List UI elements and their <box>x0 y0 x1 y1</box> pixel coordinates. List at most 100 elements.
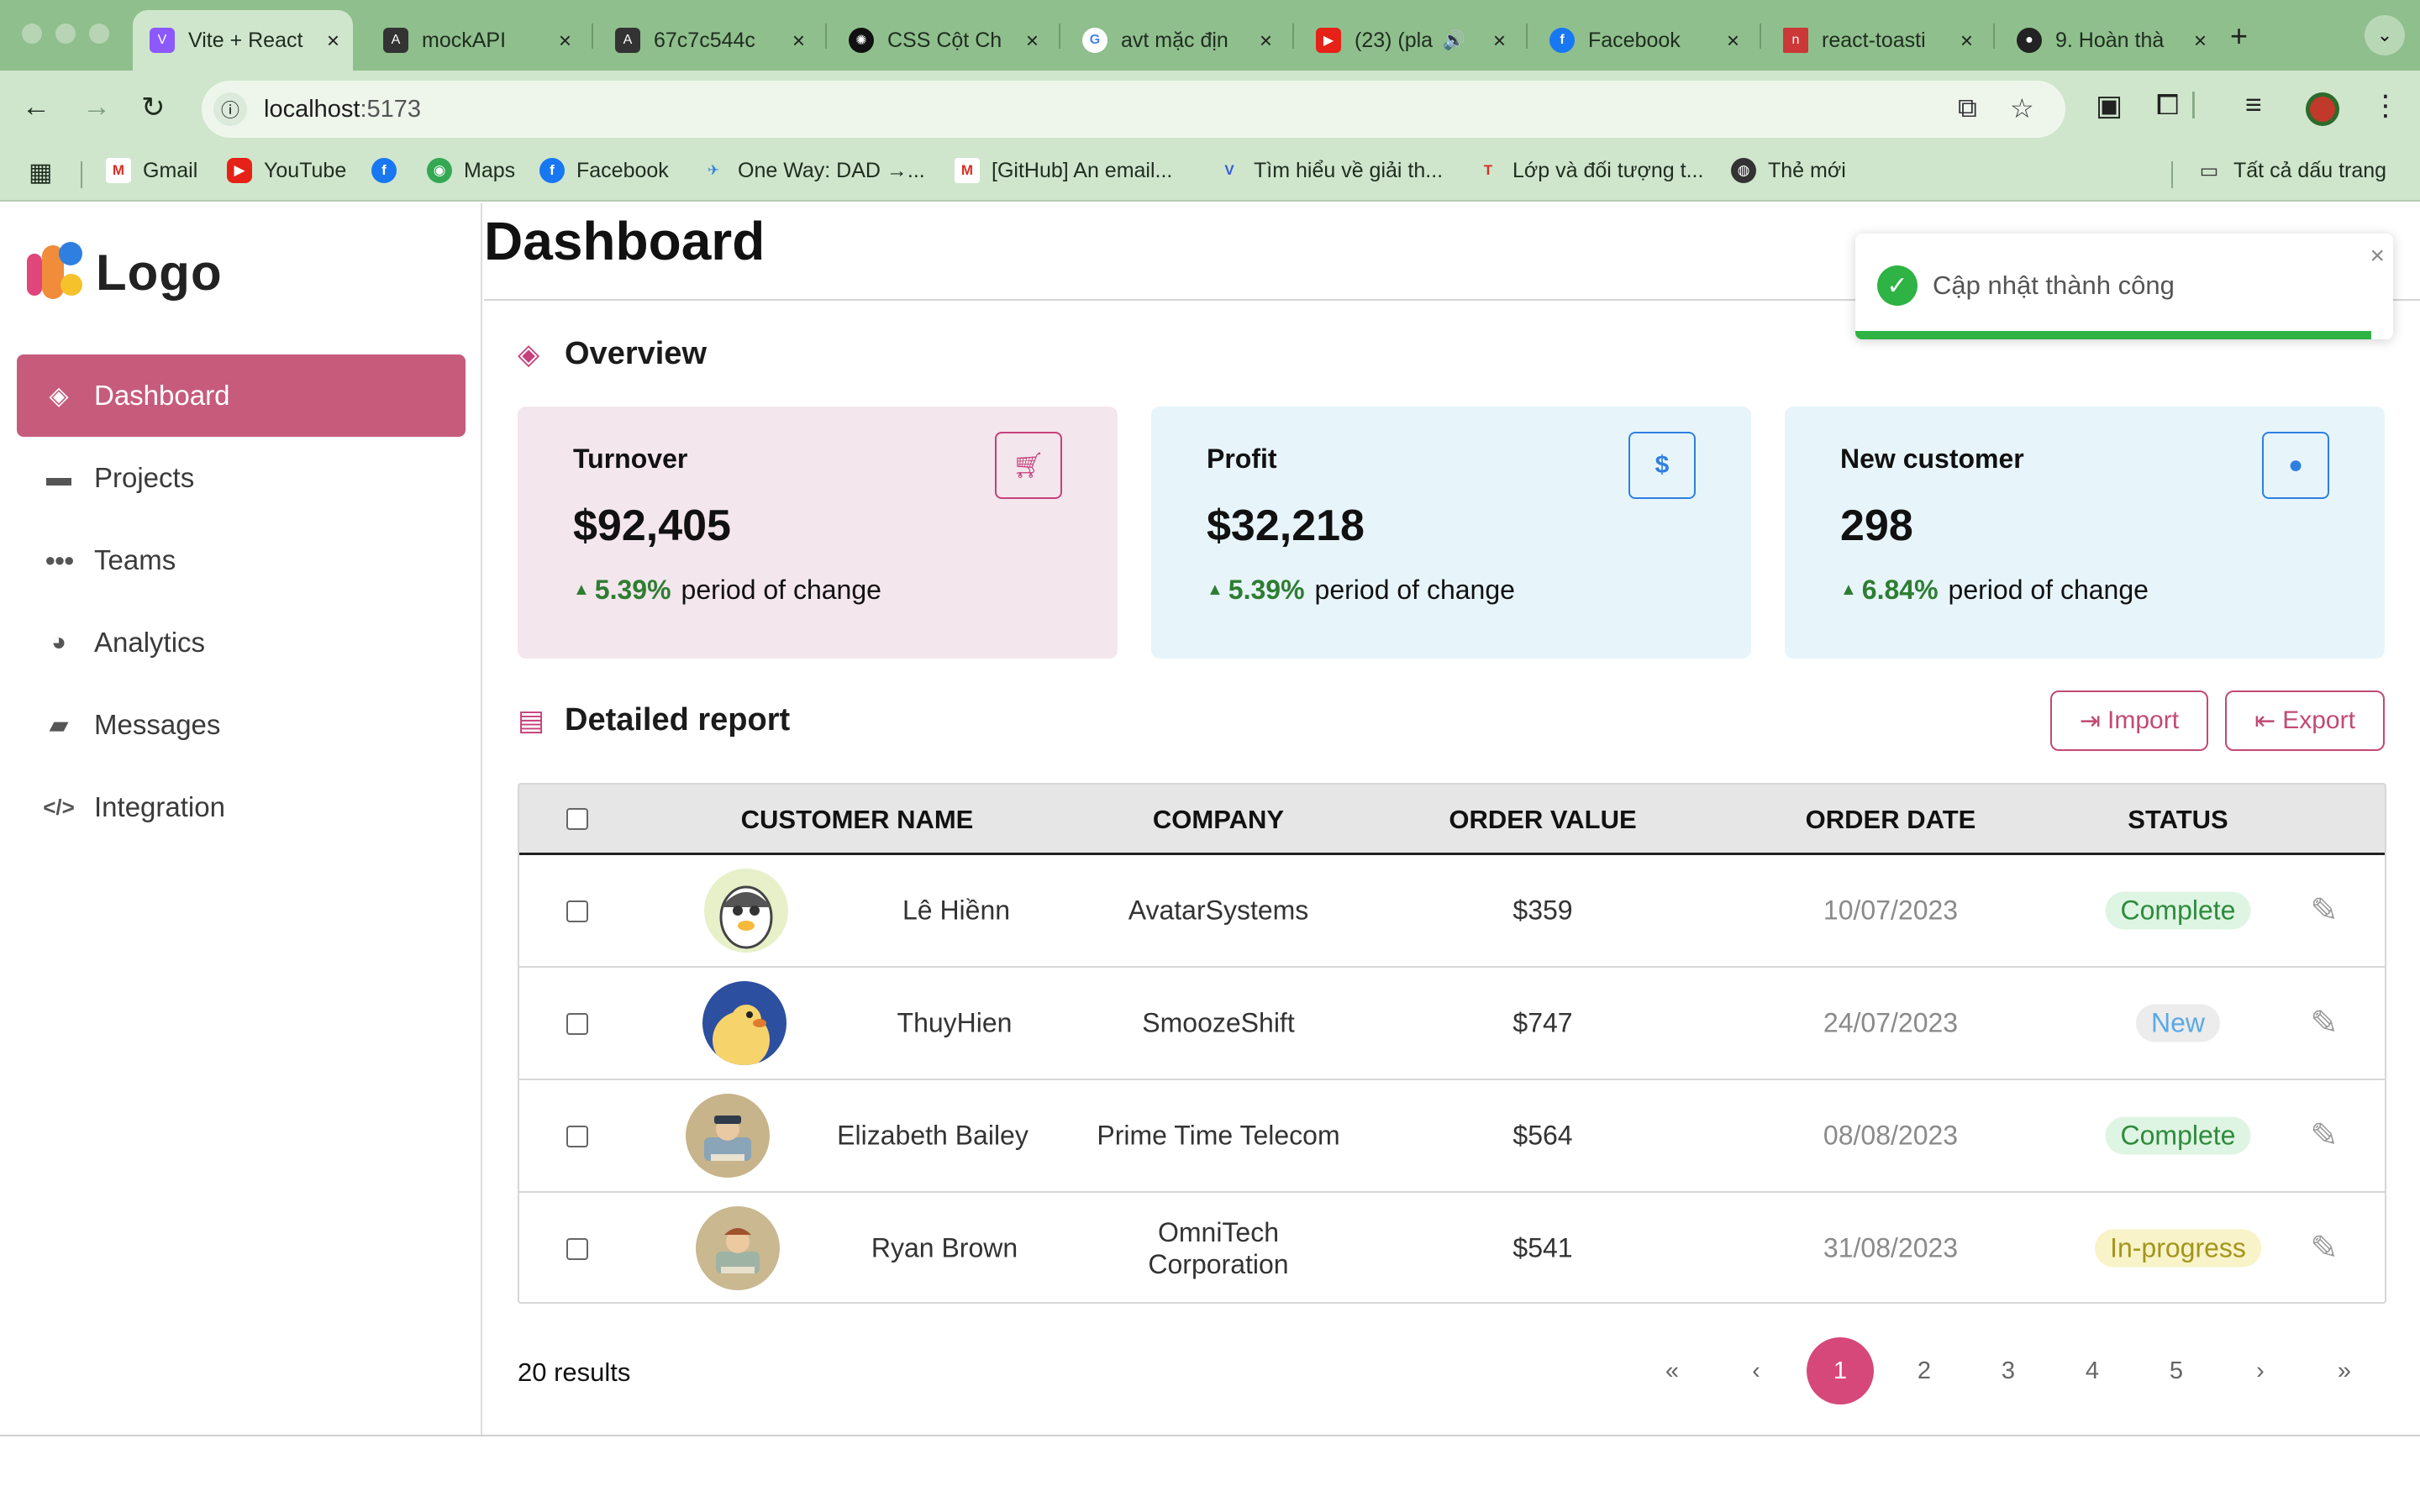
gmail-icon: M <box>955 158 980 183</box>
tab-search-button[interactable]: ⌄ <box>2365 15 2405 55</box>
forward-icon[interactable]: → <box>82 91 111 123</box>
close-tab-icon[interactable]: × <box>1493 28 1506 54</box>
dollar-icon[interactable]: $ <box>1628 432 1696 499</box>
table-row[interactable]: Ryan Brown OmniTech Corporation $541 31/… <box>519 1193 2385 1302</box>
export-button[interactable]: ⇤ Export <box>2225 690 2385 751</box>
logo-mark-icon <box>27 242 84 302</box>
browser-tab[interactable]: n react-toasti × <box>1766 10 1986 71</box>
folder-icon: ▬ <box>46 464 71 491</box>
close-icon[interactable]: × <box>2370 242 2385 270</box>
change-indicator: ▲ 5.39% period of change <box>573 575 881 605</box>
address-bar[interactable]: ⓘ localhost:5173 ⧉ ☆ <box>202 81 2065 138</box>
overview-header: ◈ Overview <box>518 336 707 371</box>
browser-tab[interactable]: ▶ (23) (pla 🔊 × <box>1299 10 1519 71</box>
browser-tab[interactable]: ● 9. Hoàn thà × <box>2000 10 2220 71</box>
browser-tab[interactable]: A mockAPI × <box>366 10 585 71</box>
row-checkbox[interactable] <box>566 1238 588 1260</box>
browser-tab[interactable]: A 67c7c544c × <box>598 10 818 71</box>
back-icon[interactable]: ← <box>22 91 50 123</box>
profile-avatar[interactable] <box>2306 92 2339 126</box>
change-indicator: ▲ 5.39% period of change <box>1207 575 1515 605</box>
edit-pencil-icon[interactable]: ✎ <box>2310 1229 2338 1268</box>
pagination-first[interactable]: « <box>1639 1337 1706 1404</box>
pagination-page[interactable]: 4 <box>2059 1337 2126 1404</box>
browser-tab[interactable]: f Facebook × <box>1533 10 1753 71</box>
youtube-icon: ▶ <box>227 158 252 183</box>
message-icon: ▰ <box>49 711 69 739</box>
sidebar-item-dashboard[interactable]: ◈ Dashboard <box>17 354 466 437</box>
close-tab-icon[interactable]: × <box>327 28 339 54</box>
browser-tab[interactable]: ✺ CSS Cột Ch × <box>832 10 1052 71</box>
edit-pencil-icon[interactable]: ✎ <box>2310 1004 2338 1042</box>
pagination-prev[interactable]: ‹ <box>1723 1337 1790 1404</box>
close-tab-icon[interactable]: × <box>1960 28 1973 54</box>
layers-icon: ◈ <box>518 338 540 370</box>
pagination-page[interactable]: 5 <box>2143 1337 2210 1404</box>
bookmark-item[interactable]: T Lớp và đối tượng t... <box>1476 158 1703 183</box>
select-all-checkbox[interactable] <box>566 808 588 830</box>
bookmark-separator <box>2171 161 2173 188</box>
all-bookmarks-button[interactable]: ▭ Tất cả dấu trang <box>2196 158 2386 183</box>
edit-pencil-icon[interactable]: ✎ <box>2310 891 2338 930</box>
sidebar-item-analytics[interactable]: ◕ Analytics <box>17 601 466 684</box>
reload-icon[interactable]: ↻ <box>141 91 166 124</box>
bookmark-item[interactable]: ◉ Maps <box>427 158 515 183</box>
sidebar-item-messages[interactable]: ▰ Messages <box>17 684 466 766</box>
close-window-button[interactable] <box>22 24 42 44</box>
pagination-page[interactable]: 1 <box>1807 1337 1874 1404</box>
speaker-icon[interactable]: 🔊 <box>1443 29 1465 51</box>
minimize-window-button[interactable] <box>55 24 76 44</box>
sidebar-item-projects[interactable]: ▬ Projects <box>17 437 466 519</box>
bookmark-star-icon[interactable]: ☆ <box>2010 92 2034 124</box>
cart-icon[interactable]: 🛒︎ <box>995 432 1062 499</box>
browser-tab[interactable]: G avt mặc địn × <box>1065 10 1286 71</box>
zoom-window-button[interactable] <box>89 24 109 44</box>
table-row[interactable]: Elizabeth Bailey Prime Time Telecom $564… <box>519 1080 2385 1193</box>
site-info-icon[interactable]: ⓘ <box>213 92 247 126</box>
pagination-page[interactable]: 2 <box>1891 1337 1958 1404</box>
row-checkbox[interactable] <box>566 900 588 922</box>
edit-pencil-icon[interactable]: ✎ <box>2310 1116 2338 1155</box>
close-tab-icon[interactable]: × <box>792 28 805 54</box>
close-tab-icon[interactable]: × <box>1727 28 1739 54</box>
bookmark-item[interactable]: ✈ One Way: DAD →... <box>701 158 925 183</box>
table-row[interactable]: Lê Hiềnn AvatarSystems $359 10/07/2023 C… <box>519 855 2385 968</box>
row-checkbox[interactable] <box>566 1013 588 1035</box>
close-tab-icon[interactable]: × <box>2194 28 2207 54</box>
bookmark-item[interactable]: M Gmail <box>106 158 197 183</box>
facebook-icon: f <box>1549 28 1575 53</box>
import-button[interactable]: ⇥ Import <box>2050 690 2208 751</box>
pagination-last[interactable]: » <box>2311 1337 2378 1404</box>
sidebar: Logo ◈ Dashboard ▬ Projects ●●● Teams ◕ … <box>0 203 482 1435</box>
facebook-icon: f <box>371 158 397 183</box>
table-row[interactable]: ThuyHien SmoozeShift $747 24/07/2023 New… <box>519 968 2385 1080</box>
close-tab-icon[interactable]: × <box>1260 28 1272 54</box>
sidebar-item-teams[interactable]: ●●● Teams <box>17 519 466 601</box>
apps-grid-icon[interactable]: ▦ <box>29 158 52 187</box>
media-control-icon[interactable]: ≡ <box>2245 89 2262 122</box>
more-menu-icon[interactable]: ⋮ <box>2371 89 2400 123</box>
extension-icon[interactable]: ▣ <box>2096 89 2123 123</box>
new-tab-button[interactable]: + <box>2230 18 2248 54</box>
translate-icon[interactable]: ⧉ <box>1958 92 1977 124</box>
app-logo[interactable]: Logo <box>27 242 223 302</box>
table-header: CUSTOMER NAME COMPANY ORDER VALUE ORDER … <box>519 785 2385 855</box>
bookmark-item[interactable]: ◍ Thẻ mới <box>1731 158 1846 183</box>
browser-tab[interactable]: V Vite + React × <box>133 10 353 71</box>
close-tab-icon[interactable]: × <box>559 28 571 54</box>
bookmark-item[interactable]: f Facebook <box>539 158 669 183</box>
puzzle-icon[interactable]: ⧠ <box>2156 89 2179 122</box>
close-tab-icon[interactable]: × <box>1026 28 1039 54</box>
row-checkbox[interactable] <box>566 1126 588 1147</box>
user-icon[interactable]: ● <box>2262 432 2329 499</box>
bookmark-item[interactable]: f <box>371 158 408 183</box>
url-text[interactable]: localhost:5173 <box>264 96 421 123</box>
bookmark-item[interactable]: ▶ YouTube <box>227 158 346 183</box>
pagination-page[interactable]: 3 <box>1975 1337 2042 1404</box>
pagination-next[interactable]: › <box>2227 1337 2294 1404</box>
sidebar-item-integration[interactable]: </> Integration <box>17 766 466 848</box>
caret-up-icon: ▲ <box>1207 580 1223 599</box>
bookmark-item[interactable]: M [GitHub] An email... <box>955 158 1172 183</box>
bookmark-item[interactable]: V Tìm hiểu về giải th... <box>1217 158 1443 183</box>
success-toast[interactable]: ✓ Cập nhật thành công × <box>1855 234 2393 339</box>
